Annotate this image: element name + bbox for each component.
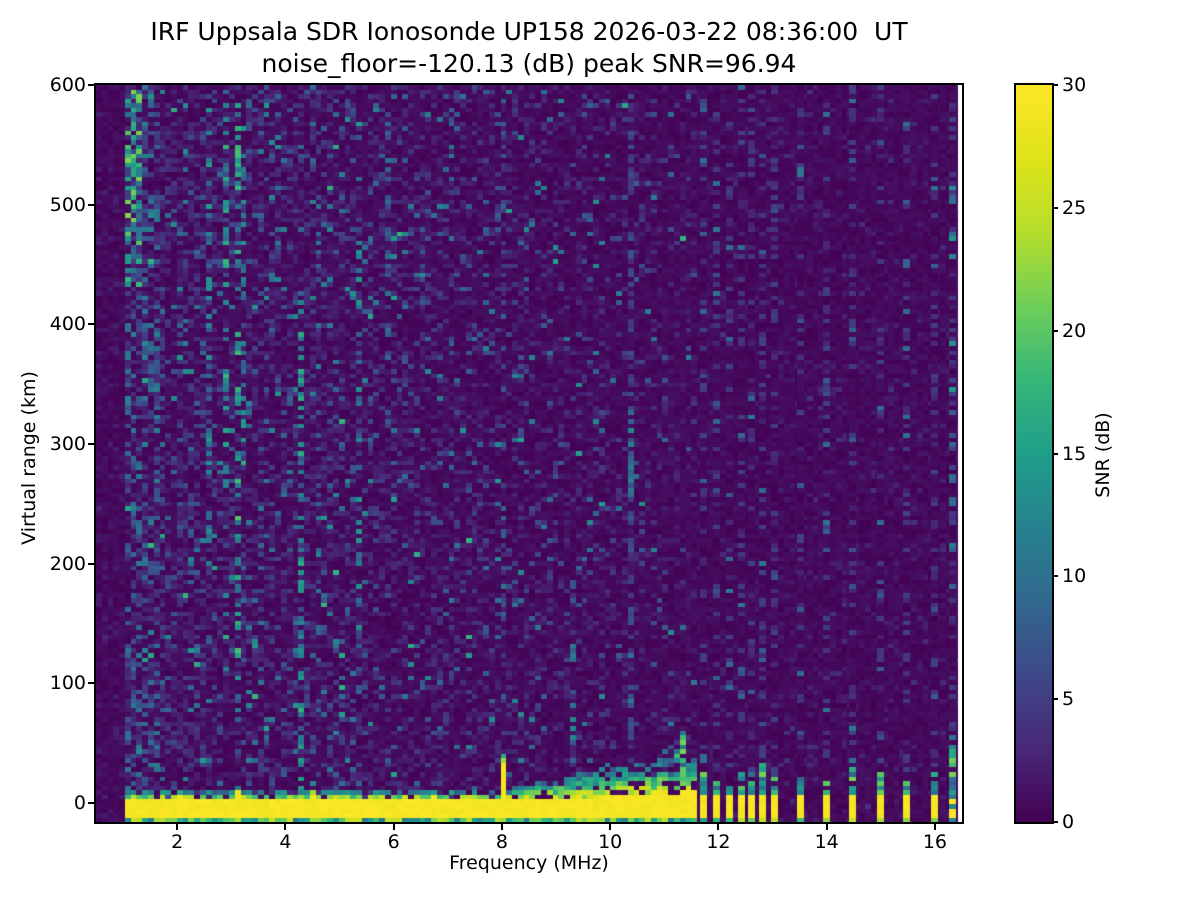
- x-axis-label: Frequency (MHz): [449, 852, 609, 874]
- y-tick-mark: [88, 84, 94, 86]
- colorbar-tick-label: 0: [1062, 811, 1075, 833]
- colorbar-tick-label: 20: [1062, 319, 1087, 342]
- y-tick-mark: [88, 323, 94, 326]
- y-tick-mark: [88, 801, 94, 804]
- x-tick-label: 4: [279, 831, 292, 853]
- x-tick-label: 8: [495, 831, 508, 853]
- y-tick-label: 300: [49, 432, 86, 455]
- y-tick-label: 100: [49, 672, 86, 695]
- x-tick-label: 6: [387, 831, 400, 853]
- colorbar-tick-label: 10: [1062, 565, 1087, 588]
- x-tick-mark: [284, 824, 287, 830]
- x-tick-mark: [825, 824, 828, 830]
- x-tick-mark: [176, 824, 179, 830]
- x-tick-label: 2: [171, 831, 184, 853]
- x-tick-label: 16: [922, 831, 948, 853]
- chart-title: IRF Uppsala SDR Ionosonde UP158 2026-03-…: [150, 17, 908, 46]
- colorbar-tick-mark: [1052, 575, 1058, 578]
- x-tick-mark: [717, 824, 720, 830]
- y-tick-label: 600: [49, 74, 86, 96]
- colorbar-tick-label: 25: [1062, 196, 1087, 219]
- y-tick-label: 500: [49, 193, 86, 216]
- colorbar-tick-label: 5: [1062, 688, 1075, 711]
- y-tick-label: 200: [49, 552, 86, 575]
- y-tick-mark: [88, 682, 94, 685]
- y-tick-label: 0: [73, 791, 86, 814]
- ionogram-figure: IRF Uppsala SDR Ionosonde UP158 2026-03-…: [0, 0, 1200, 900]
- x-tick-mark: [609, 824, 612, 830]
- x-tick-label: 14: [814, 831, 839, 853]
- colorbar-tick-mark: [1052, 452, 1058, 455]
- colorbar-tick-mark: [1052, 698, 1058, 701]
- colorbar-tick-mark: [1052, 329, 1058, 332]
- y-tick-mark: [88, 442, 94, 445]
- ionogram-heatmap: [96, 85, 962, 822]
- y-tick-label: 400: [49, 313, 86, 336]
- x-tick-label: 10: [598, 831, 623, 853]
- colorbar-tick-mark: [1052, 84, 1058, 86]
- colorbar-tick-mark: [1052, 206, 1058, 209]
- y-tick-mark: [88, 562, 94, 565]
- x-tick-mark: [392, 824, 395, 830]
- y-tick-mark: [88, 203, 94, 206]
- x-tick-mark: [500, 824, 503, 830]
- colorbar-gradient: [1016, 85, 1052, 822]
- x-tick-label: 12: [706, 831, 731, 853]
- x-tick-mark: [933, 824, 936, 830]
- colorbar-tick-mark: [1052, 821, 1058, 823]
- chart-subtitle: noise_floor=-120.13 (dB) peak SNR=96.94: [261, 49, 797, 78]
- colorbar-tick-label: 30: [1062, 74, 1087, 96]
- colorbar-tick-label: 15: [1062, 442, 1087, 465]
- y-axis-label: Virtual range (km): [18, 371, 40, 545]
